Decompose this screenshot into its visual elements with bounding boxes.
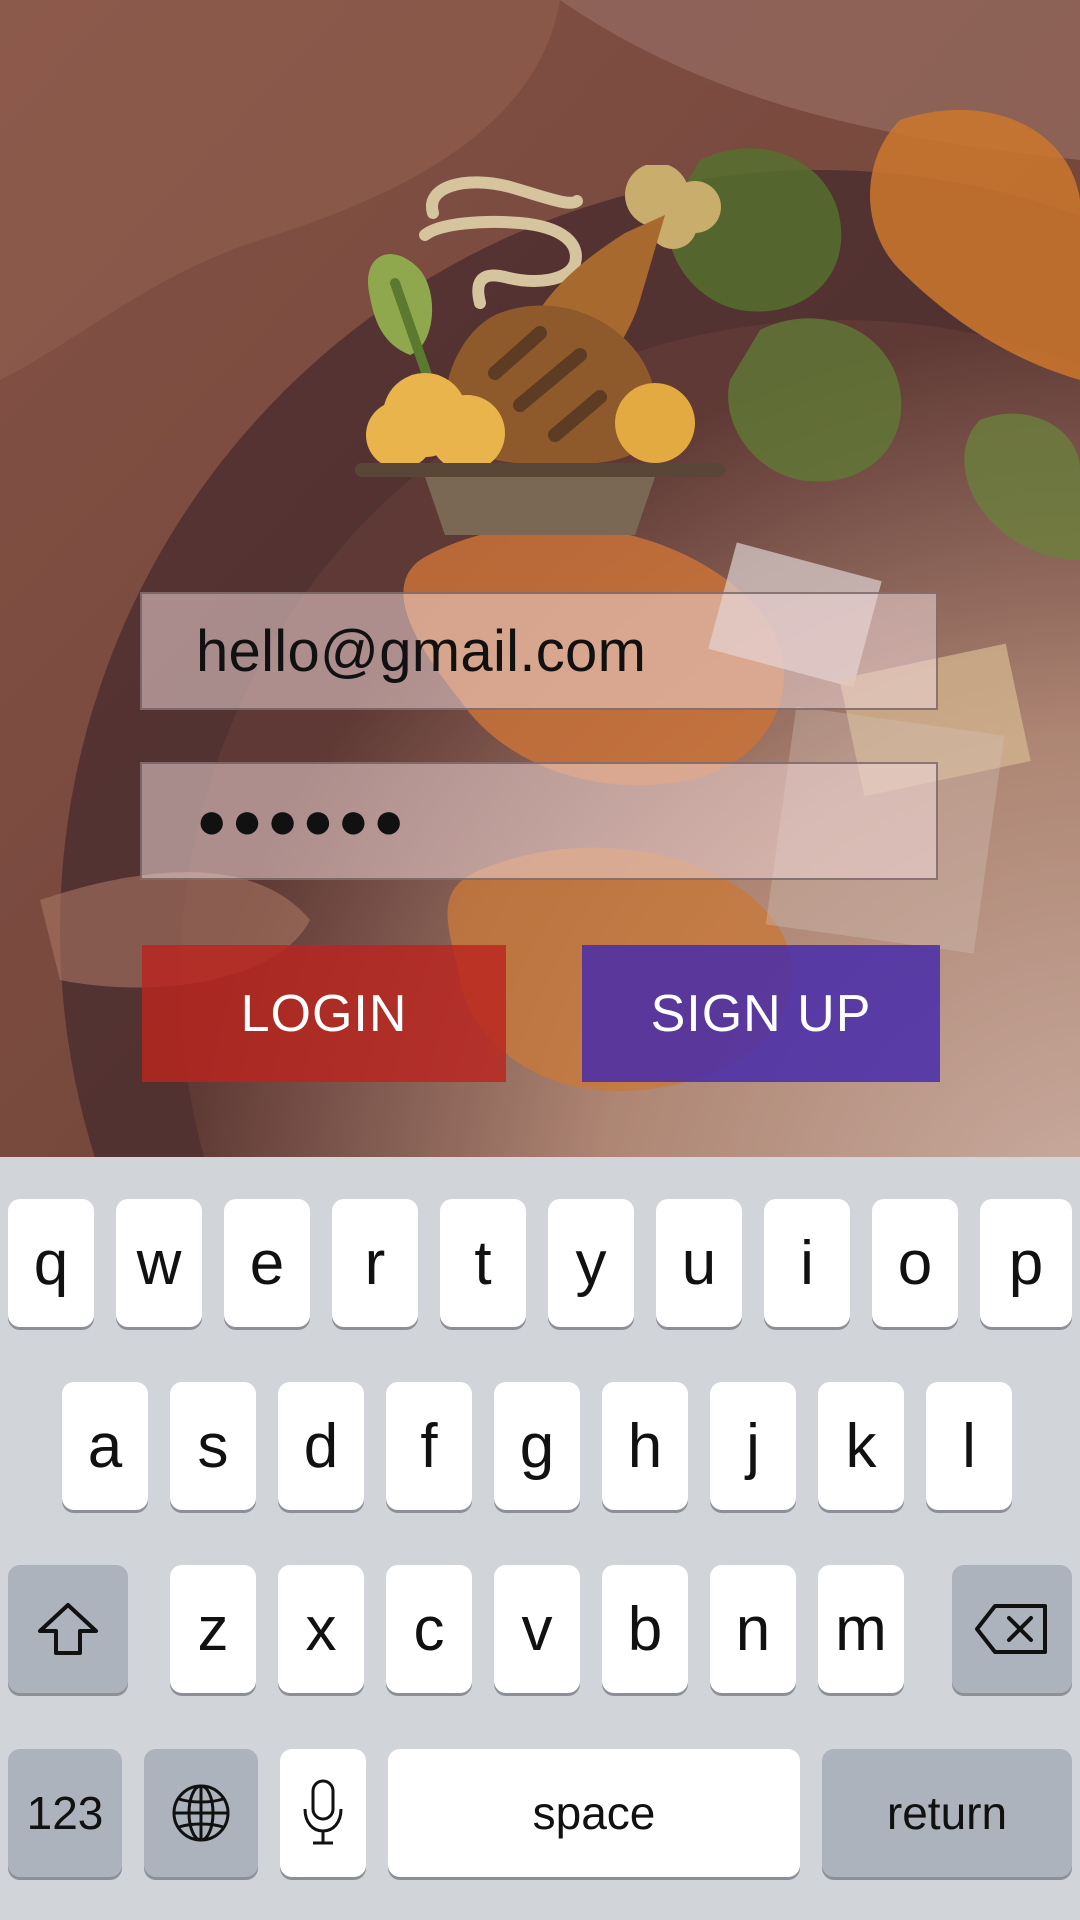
email-field[interactable]: hello@gmail.com — [140, 592, 938, 710]
key-g[interactable]: g — [494, 1382, 580, 1510]
key-label: c — [413, 1594, 445, 1664]
key-m[interactable]: m — [818, 1565, 904, 1693]
key-f[interactable]: f — [386, 1382, 472, 1510]
numbers-key[interactable]: 123 — [8, 1749, 122, 1877]
key-p[interactable]: p — [980, 1199, 1072, 1327]
key-z[interactable]: z — [170, 1565, 256, 1693]
key-h[interactable]: h — [602, 1382, 688, 1510]
shift-icon — [36, 1601, 100, 1657]
key-label: w — [136, 1228, 182, 1298]
numbers-key-label: 123 — [26, 1787, 104, 1839]
key-s[interactable]: s — [170, 1382, 256, 1510]
key-w[interactable]: w — [116, 1199, 202, 1327]
key-x[interactable]: x — [278, 1565, 364, 1693]
key-a[interactable]: a — [62, 1382, 148, 1510]
space-key-label: space — [532, 1787, 656, 1839]
key-label: d — [303, 1411, 339, 1481]
key-t[interactable]: t — [440, 1199, 526, 1327]
return-key[interactable]: return — [822, 1749, 1072, 1877]
key-label: g — [519, 1411, 555, 1481]
return-key-label: return — [886, 1787, 1008, 1839]
signup-button-label: SIGN UP — [650, 984, 872, 1043]
globe-icon — [169, 1781, 233, 1845]
key-label: f — [420, 1411, 438, 1481]
key-label: o — [897, 1228, 933, 1298]
key-c[interactable]: c — [386, 1565, 472, 1693]
key-v[interactable]: v — [494, 1565, 580, 1693]
key-label: k — [845, 1411, 877, 1481]
backspace-icon — [973, 1602, 1051, 1656]
key-label: r — [364, 1228, 386, 1298]
key-d[interactable]: d — [278, 1382, 364, 1510]
onscreen-keyboard: q w e r t y u i o p a s d f g h j k l z … — [0, 1157, 1080, 1920]
key-r[interactable]: r — [332, 1199, 418, 1327]
key-label: l — [962, 1411, 976, 1481]
logo-graphic — [355, 165, 725, 535]
shift-key[interactable] — [8, 1565, 128, 1693]
signup-button[interactable]: SIGN UP — [582, 945, 940, 1082]
key-label: h — [627, 1411, 663, 1481]
key-label: n — [735, 1594, 771, 1664]
microphone-key[interactable] — [280, 1749, 366, 1877]
microphone-icon — [301, 1777, 345, 1849]
key-label: i — [800, 1228, 814, 1298]
key-label: e — [249, 1228, 285, 1298]
key-label: p — [1008, 1228, 1044, 1298]
key-label: b — [627, 1594, 663, 1664]
password-value: ●●●●●● — [196, 792, 409, 850]
key-j[interactable]: j — [710, 1382, 796, 1510]
key-label: z — [197, 1594, 229, 1664]
key-e[interactable]: e — [224, 1199, 310, 1327]
key-label: q — [33, 1228, 69, 1298]
key-label: x — [305, 1594, 337, 1664]
space-key[interactable]: space — [388, 1749, 800, 1877]
backspace-key[interactable] — [952, 1565, 1072, 1693]
login-button-label: LOGIN — [240, 984, 408, 1043]
key-label: a — [87, 1411, 123, 1481]
key-label: m — [835, 1594, 887, 1664]
key-label: j — [746, 1411, 760, 1481]
key-l[interactable]: l — [926, 1382, 1012, 1510]
key-q[interactable]: q — [8, 1199, 94, 1327]
key-y[interactable]: y — [548, 1199, 634, 1327]
globe-key[interactable] — [144, 1749, 258, 1877]
key-k[interactable]: k — [818, 1382, 904, 1510]
key-n[interactable]: n — [710, 1565, 796, 1693]
login-button[interactable]: LOGIN — [142, 945, 506, 1082]
password-field[interactable]: ●●●●●● — [140, 762, 938, 880]
key-b[interactable]: b — [602, 1565, 688, 1693]
key-o[interactable]: o — [872, 1199, 958, 1327]
key-label: s — [197, 1411, 229, 1481]
key-label: t — [474, 1228, 492, 1298]
login-screen: hello@gmail.com ●●●●●● LOGIN SIGN UP q w… — [0, 0, 1080, 1920]
key-u[interactable]: u — [656, 1199, 742, 1327]
key-i[interactable]: i — [764, 1199, 850, 1327]
key-label: v — [521, 1594, 553, 1664]
key-label: u — [681, 1228, 717, 1298]
email-value: hello@gmail.com — [196, 618, 647, 684]
roast-chicken-icon — [355, 165, 725, 537]
key-label: y — [575, 1228, 607, 1298]
